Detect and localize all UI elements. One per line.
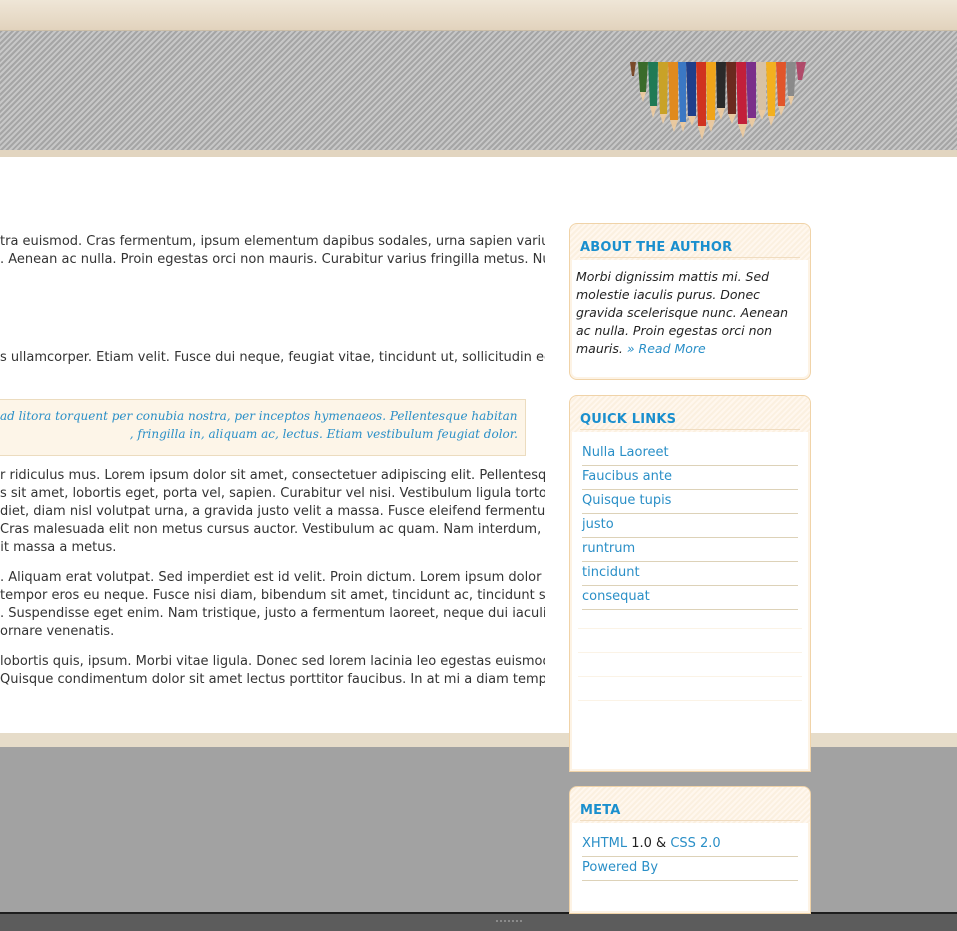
paragraph-3: r ridiculus mus. Lorem ipsum dolor sit a… <box>0 467 545 557</box>
quote-line: , fringilla in, aliquam ac, lectus. Etia… <box>129 427 518 441</box>
quick-link[interactable]: Quisque tupis <box>582 493 671 508</box>
author-bio: Morbi dignissim mattis mi. Sed molestie … <box>576 268 806 358</box>
text-line: diet, diam nisl volutpat urna, a gravida… <box>0 504 545 519</box>
xhtml-link[interactable]: XHTML <box>582 836 627 851</box>
read-more-link[interactable]: » Read More <box>627 341 706 356</box>
header-banner <box>0 31 957 151</box>
text-line: . Aenean ac nulla. Proin egestas orci no… <box>0 252 545 267</box>
faint-line <box>578 652 802 653</box>
quick-link-item[interactable]: Nulla Laoreet <box>582 442 798 466</box>
about-author-widget: ABOUT THE AUTHOR Morbi dignissim mattis … <box>569 223 811 380</box>
version-separator: 1.0 & <box>627 836 671 851</box>
widget-title-rule <box>580 429 800 430</box>
widget-title: ABOUT THE AUTHOR <box>580 240 733 255</box>
paragraph-5: lobortis quis, ipsum. Morbi vitae ligula… <box>0 653 545 689</box>
quick-link-item[interactable]: consequat <box>582 586 798 610</box>
quick-link[interactable]: justo <box>582 517 614 532</box>
paragraph-4: . Aliquam erat volutpat. Sed imperdiet e… <box>0 569 545 641</box>
faint-line <box>578 628 802 629</box>
footer-top-border <box>0 733 957 747</box>
widget-title: QUICK LINKS <box>580 412 677 427</box>
quick-link-item[interactable]: Quisque tupis <box>582 490 798 514</box>
widget-title-rule <box>580 820 800 821</box>
quick-link[interactable]: tincidunt <box>582 565 640 580</box>
quick-link-item[interactable]: tincidunt <box>582 562 798 586</box>
text-line: Quisque condimentum dolor sit amet lectu… <box>0 672 545 687</box>
quick-link[interactable]: consequat <box>582 589 650 604</box>
meta-item-validators: XHTML 1.0 & CSS 2.0 <box>582 833 798 857</box>
text-line: s sit amet, lobortis eget, porta vel, sa… <box>0 486 545 501</box>
text-line: tra euismod. Cras fermentum, ipsum eleme… <box>0 234 545 249</box>
text-line: . Suspendisse eget enim. Nam tristique, … <box>0 606 545 621</box>
quick-link[interactable]: Faucibus ante <box>582 469 672 484</box>
quick-link[interactable]: runtrum <box>582 541 635 556</box>
paragraph-2: s ullamcorper. Etiam velit. Fusce dui ne… <box>0 349 545 367</box>
text-line: . Aliquam erat volutpat. Sed imperdiet e… <box>0 570 545 585</box>
powered-by-link[interactable]: Powered By <box>582 860 658 875</box>
meta-widget: META XHTML 1.0 & CSS 2.0 Powered By <box>569 786 811 914</box>
pencils-image <box>630 62 806 140</box>
top-strip <box>0 0 957 31</box>
text-line: Cras malesuada elit non metus cursus auc… <box>0 522 545 537</box>
blockquote: ad litora torquent per conubia nostra, p… <box>0 399 526 456</box>
bottom-bar <box>0 912 957 931</box>
banner-bottom-border <box>0 150 957 157</box>
quick-link-item[interactable]: justo <box>582 514 798 538</box>
quick-link[interactable]: Nulla Laoreet <box>582 445 669 460</box>
paragraph-1: tra euismod. Cras fermentum, ipsum eleme… <box>0 233 545 269</box>
text-line: tempor eros eu neque. Fusce nisi diam, b… <box>0 588 545 603</box>
meta-item-powered[interactable]: Powered By <box>582 857 798 881</box>
widget-title-rule <box>580 257 800 258</box>
text-line: s ullamcorper. Etiam velit. Fusce dui ne… <box>0 350 545 365</box>
text-line: ornare venenatis. <box>0 624 115 639</box>
faint-line <box>578 676 802 677</box>
text-line: lobortis quis, ipsum. Morbi vitae ligula… <box>0 654 545 669</box>
text-line: r ridiculus mus. Lorem ipsum dolor sit a… <box>0 468 545 483</box>
quick-link-item[interactable]: runtrum <box>582 538 798 562</box>
quote-line: ad litora torquent per conubia nostra, p… <box>0 409 518 423</box>
quick-links-widget: QUICK LINKS Nulla Laoreet Faucibus ante … <box>569 395 811 772</box>
faint-line <box>578 700 802 701</box>
text-line: bit massa a metus. <box>0 540 117 555</box>
quick-link-item[interactable]: Faucibus ante <box>582 466 798 490</box>
widget-title: META <box>580 803 621 818</box>
footer-dots <box>496 920 522 924</box>
css-link[interactable]: CSS 2.0 <box>670 836 720 851</box>
